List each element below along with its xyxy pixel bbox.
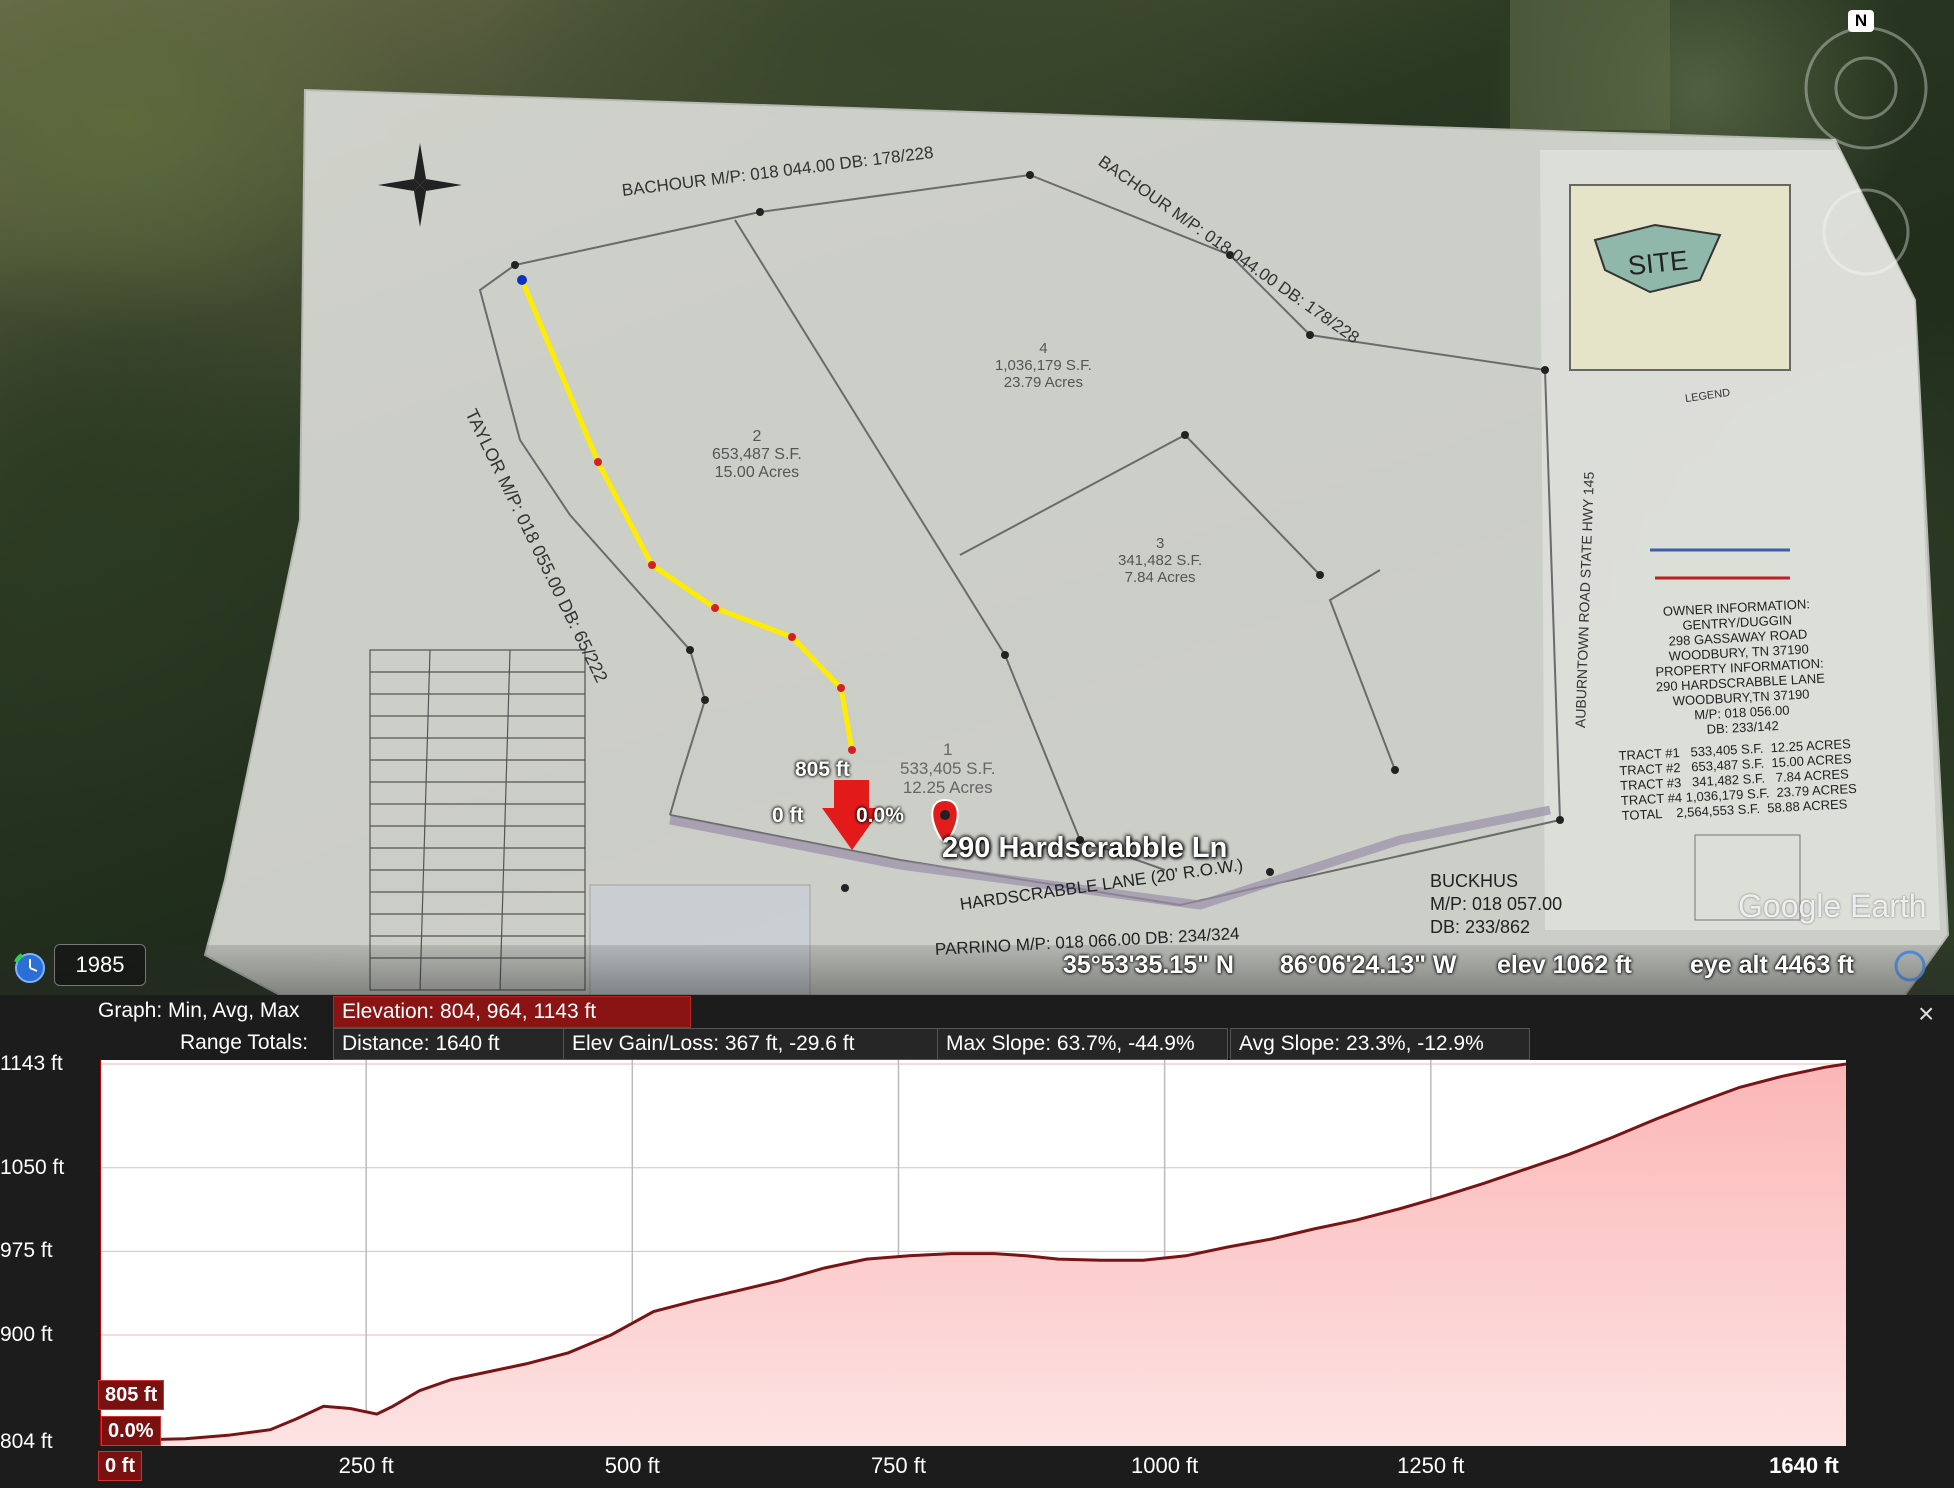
tract-sf: 1,036,179 S.F. [995,357,1092,374]
tract-number: 2 [752,428,762,445]
historical-imagery-clock-icon[interactable] [12,950,48,986]
range-totals-label: Range Totals: [180,1031,309,1054]
cursor-distance-label: 0 ft [772,804,804,827]
distance-stat[interactable]: Distance: 1640 ft [333,1028,565,1060]
close-panel-button[interactable]: × [1918,998,1934,1030]
start-distance-tag: 0 ft [98,1451,142,1481]
north-indicator-icon[interactable]: N [1848,10,1874,32]
imagery-year-button[interactable]: 1985 [54,944,146,986]
graph-elevation-selector[interactable]: Elevation: 804, 964, 1143 ft [333,996,691,1028]
graph-label: Graph: Min, Avg, Max [98,999,300,1022]
buckhus-name: BUCKHUS [1430,871,1519,891]
status-elevation: elev 1062 ft [1497,951,1632,979]
x-tick-label: 500 ft [604,1453,660,1478]
tract-3-label: 3 341,482 S.F. 7.84 Acres [1118,535,1202,586]
tract-4-label: 4 1,036,179 S.F. 23.79 Acres [995,340,1092,391]
x-tick-label: 750 ft [870,1453,926,1478]
tract-sf: 341,482 S.F. [1118,552,1203,569]
y-tick-label: 1143 ft [0,1052,63,1075]
start-elevation-tag: 805 ft [98,1380,165,1410]
tract-number: 3 [1155,535,1165,552]
survey-site-label: SITE [1626,244,1690,282]
end-distance-label: 1640 ft [1769,1453,1839,1478]
tract-acres: 15.00 Acres [714,464,800,481]
elev-gain-loss-stat[interactable]: Elev Gain/Loss: 367 ft, -29.6 ft [563,1028,939,1060]
buckhus-mp: M/P: 018 057.00 [1430,894,1563,914]
tract-2-label: 2 653,487 S.F. 15.00 Acres [712,428,802,482]
tract-acres: 23.79 Acres [1003,374,1083,391]
tract-sf: 653,487 S.F. [712,446,802,463]
x-tick-label: 1000 ft [1130,1453,1199,1478]
tract-sf: 533,405 S.F. [900,759,996,778]
y-tick-label: 1050 ft [0,1155,65,1179]
tract-1-label: 1 533,405 S.F. 12.25 Acres [900,740,995,797]
status-latitude: 35°53'35.15" N [1063,951,1234,979]
y-tick-label: 900 ft [0,1322,53,1346]
owner-info-block: OWNER INFORMATION: GENTRY/DUGGIN 298 GASSA… [1652,596,1828,740]
status-bar [0,945,1954,995]
placemark-label[interactable]: 290 Hardscrabble Ln [942,832,1227,865]
tract-number: 1 [943,740,953,759]
status-longitude: 86°06'24.13" W [1280,951,1457,979]
x-tick-label: 250 ft [338,1453,394,1478]
tract-number: 4 [1039,340,1048,357]
avg-slope-stat[interactable]: Avg Slope: 23.3%, -12.9% [1230,1028,1530,1060]
buckhus-db: DB: 233/862 [1430,917,1531,937]
tract-summary-block: TRACT #1 533,405 S.F. 12.25 ACRES TRACT #… [1618,736,1858,823]
tract-acres: 12.25 Acres [902,778,993,797]
x-tick-label: 1250 ft [1397,1453,1465,1478]
survey-buckhus-block: BUCKHUS M/P: 018 057.00 DB: 233/862 [1430,870,1562,939]
map-viewport[interactable]: BACHOUR M/P: 018 044.00 DB: 178/228 BACH… [0,0,1954,995]
y-tick-label: 804 ft [0,1430,53,1453]
cursor-slope-label: 0.0% [856,804,904,827]
tract-acres: 7.84 Acres [1124,569,1196,586]
max-slope-stat[interactable]: Max Slope: 63.7%, -44.9% [937,1028,1228,1060]
start-slope-tag: 0.0% [101,1416,161,1446]
elevation-chart[interactable] [100,1060,1846,1446]
y-tick-label: 975 ft [0,1239,53,1263]
google-earth-logo: Google Earth [1738,888,1927,924]
status-eye-altitude: eye alt 4463 ft [1690,951,1854,979]
cursor-elevation-label: 805 ft [795,758,850,781]
